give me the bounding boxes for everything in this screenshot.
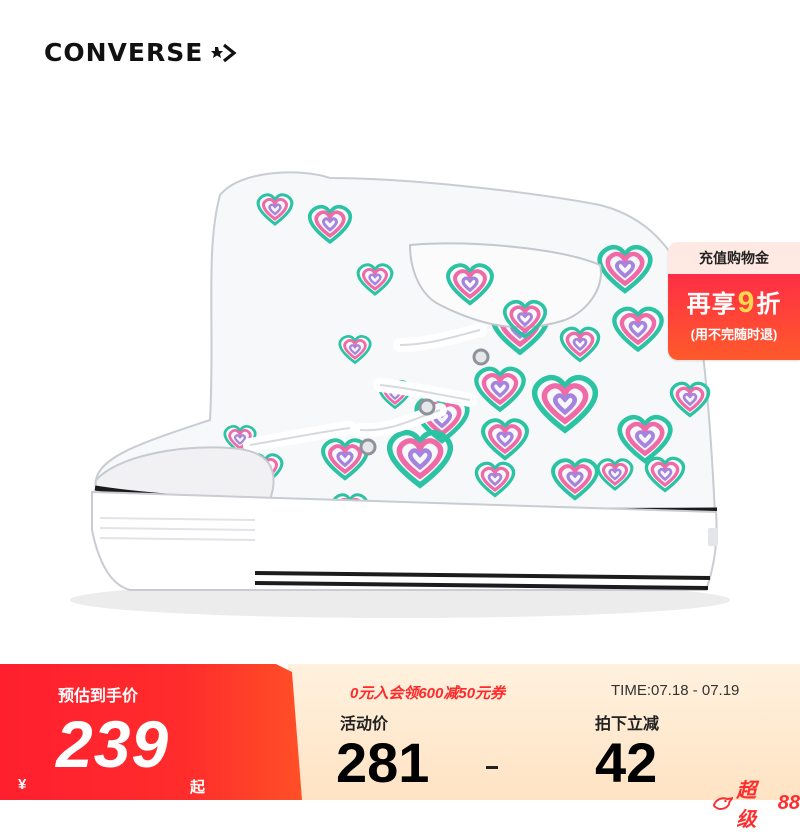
estimate-price: 239	[56, 707, 170, 781]
price-bar: 预估到手价 239 ¥ 起 0元入会领600减50元券 TIME:07.18 -…	[0, 664, 800, 831]
product-image	[0, 130, 800, 640]
minus-sign	[486, 766, 498, 769]
promo-note: (用不完随时退)	[690, 327, 778, 342]
super-badge-num: 88	[777, 791, 800, 814]
brand-logo: CONVERSE	[44, 38, 237, 67]
super-badge-text: 超级	[736, 780, 757, 831]
promo-discount-line: 再享9折	[668, 274, 800, 320]
estimate-suffix: 起	[190, 779, 206, 796]
promo-prefix: 再享	[686, 291, 737, 318]
brand-name: CONVERSE	[44, 38, 204, 67]
activity-price: 281	[336, 731, 430, 794]
promo-suffix: 折	[756, 291, 782, 318]
high-top-sneaker-hearts-icon	[70, 171, 730, 618]
converse-star-chevron-icon	[209, 42, 237, 64]
promo-body: 再享9折 (用不完随时退)	[668, 274, 800, 360]
bird-icon	[712, 797, 734, 810]
promo-title: 充值购物金	[668, 242, 800, 274]
currency-symbol: ¥	[18, 776, 27, 793]
discount-value: 42	[595, 731, 658, 794]
time-range: TIME:07.18 - 07.19	[611, 682, 740, 699]
promo-badge[interactable]: 充值购物金 再享9折 (用不完随时退)	[668, 242, 800, 360]
promo-number: 9	[737, 286, 756, 319]
estimate-label: 预估到手价	[58, 688, 139, 705]
super-88-badge: 超级 88	[712, 774, 800, 832]
coupon-text[interactable]: 0元入会领600减50元券	[350, 682, 505, 703]
